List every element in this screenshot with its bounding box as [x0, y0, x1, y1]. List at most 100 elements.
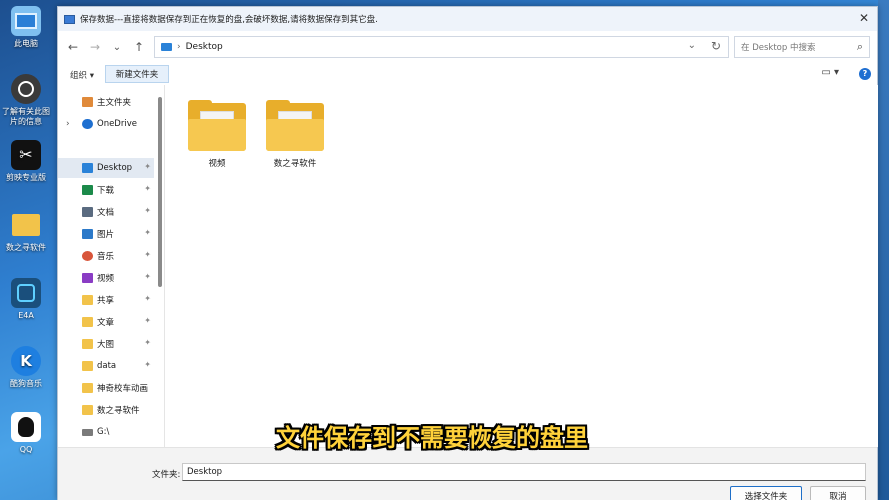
- up-button[interactable]: ↑: [128, 36, 150, 58]
- back-button[interactable]: ←: [62, 36, 84, 58]
- search-placeholder: 在 Desktop 中搜索: [741, 43, 816, 53]
- breadcrumb-desktop[interactable]: Desktop: [186, 42, 223, 52]
- forward-button[interactable]: →: [84, 36, 106, 58]
- view-options-button[interactable]: ▭ ▾: [821, 67, 839, 78]
- address-dropdown-icon[interactable]: ⌄: [688, 40, 696, 51]
- desktop-icon-capcut[interactable]: ✂ 剪映专业版: [0, 140, 52, 183]
- dialog-title: 保存数据---直接将数据保存到正在恢复的盘,会破坏数据,请将数据保存到其它盘.: [80, 15, 378, 25]
- desktop-icon-label: 数之寻软件: [6, 243, 46, 252]
- navigation-pane-items: 主文件夹 › OneDrive Desktop ✦ 下载 ✦ 文档 ✦ 图片 ✦: [58, 87, 166, 447]
- sidebar-item-shuzhixun[interactable]: 数之寻软件: [58, 400, 154, 420]
- folder-item-videos[interactable]: 视频: [182, 100, 252, 169]
- sidebar-item-label: 音乐: [97, 252, 115, 262]
- pin-icon: ✦: [144, 294, 151, 303]
- folder-icon: [188, 100, 246, 151]
- desktop-icon-label: 酷狗音乐: [10, 379, 42, 388]
- sidebar-scrollbar[interactable]: [158, 97, 162, 287]
- video-icon: [82, 273, 93, 283]
- download-icon: [82, 185, 93, 195]
- search-icon[interactable]: ⌕: [857, 40, 863, 54]
- qq-icon: [11, 412, 41, 442]
- desktop-icon: [161, 43, 172, 51]
- sidebar-item-label: 文档: [97, 208, 115, 218]
- sidebar-item-pictures[interactable]: 图片 ✦: [58, 224, 154, 244]
- sidebar-item-drive-g[interactable]: G:\: [58, 422, 154, 442]
- desktop-wallpaper-edge: [878, 0, 889, 500]
- sidebar-item-magic-school-bus[interactable]: 神奇校车动画: [58, 378, 154, 398]
- folder-icon: [11, 210, 41, 240]
- recent-locations-button[interactable]: ⌄: [106, 36, 128, 58]
- sidebar-item-videos[interactable]: 视频 ✦: [58, 268, 154, 288]
- chevron-right-icon[interactable]: ›: [66, 119, 70, 129]
- sidebar-item-label: 神奇校车动画: [97, 384, 149, 394]
- drive-icon: [82, 428, 93, 436]
- sidebar-item-desktop[interactable]: Desktop ✦: [58, 158, 154, 178]
- sidebar-item-downloads[interactable]: 下载 ✦: [58, 180, 154, 200]
- sidebar-item-shared[interactable]: 共享 ✦: [58, 290, 154, 310]
- sidebar-item-label: data: [97, 361, 117, 371]
- file-list: 视频 数之寻软件: [166, 85, 878, 447]
- sidebar-item-label: G:\: [97, 427, 110, 437]
- sidebar-item-label: 数之寻软件: [97, 406, 140, 416]
- e4a-icon: [11, 278, 41, 308]
- sidebar-item-label: OneDrive: [97, 119, 137, 129]
- sidebar-item-label: 视频: [97, 274, 115, 284]
- sidebar-item-onedrive[interactable]: › OneDrive: [58, 114, 154, 134]
- desktop-icon: [82, 163, 93, 173]
- sidebar-item-label: 图片: [97, 230, 115, 240]
- computer-icon: [11, 6, 41, 36]
- pin-icon: ✦: [144, 250, 151, 259]
- folder-item-shuzhixun[interactable]: 数之寻软件: [260, 100, 330, 169]
- folder-icon: [82, 339, 93, 349]
- help-icon[interactable]: ?: [859, 68, 871, 80]
- folder-icon: [82, 317, 93, 327]
- command-bar: 组织 ▾ 新建文件夹 ▭ ▾ ?: [58, 65, 877, 85]
- capcut-icon: ✂: [11, 140, 41, 170]
- new-folder-button[interactable]: 新建文件夹: [105, 65, 169, 83]
- pin-icon: ✦: [144, 228, 151, 237]
- cancel-button[interactable]: 取消: [810, 486, 866, 500]
- sidebar-item-home[interactable]: 主文件夹: [58, 92, 154, 112]
- sidebar-item-documents[interactable]: 文档 ✦: [58, 202, 154, 222]
- sidebar-item-articles[interactable]: 文章 ✦: [58, 312, 154, 332]
- music-icon: [82, 251, 93, 261]
- document-icon: [82, 207, 93, 217]
- close-button[interactable]: ✕: [857, 11, 871, 25]
- folder-icon: [266, 100, 324, 151]
- desktop-icon-this-pc[interactable]: 此电脑: [0, 6, 52, 49]
- folder-field-label: 文件夹:: [152, 470, 181, 480]
- dialog-footer: 文件夹: Desktop 选择文件夹 取消: [58, 447, 877, 500]
- breadcrumb-separator: ›: [177, 42, 181, 52]
- app-icon: [64, 14, 75, 24]
- desktop-icon-label: 剪映专业版: [6, 173, 46, 182]
- sidebar-item-label: 大图: [97, 340, 115, 350]
- desktop-icon-label: QQ: [19, 445, 33, 454]
- cloud-icon: [82, 119, 93, 129]
- desktop-icon-shuzhixun[interactable]: 数之寻软件: [0, 210, 52, 253]
- title-bar: 保存数据---直接将数据保存到正在恢复的盘,会破坏数据,请将数据保存到其它盘. …: [58, 7, 877, 31]
- sidebar-item-big-images[interactable]: 大图 ✦: [58, 334, 154, 354]
- desktop-icon-info[interactable]: 了解有关此图片的信息: [0, 74, 52, 127]
- sidebar-item-label: Desktop: [97, 163, 133, 173]
- info-camera-icon: [11, 74, 41, 104]
- sidebar-item-music[interactable]: 音乐 ✦: [58, 246, 154, 266]
- desktop-icon-qq[interactable]: QQ: [0, 412, 52, 455]
- search-input[interactable]: 在 Desktop 中搜索 ⌕: [734, 36, 870, 58]
- pin-icon: ✦: [144, 338, 151, 347]
- desktop-icons: 此电脑 了解有关此图片的信息 ✂ 剪映专业版 数之寻软件 E4A K 酷狗音乐 …: [0, 0, 56, 500]
- folder-icon: [82, 405, 93, 415]
- pin-icon: ✦: [144, 360, 151, 369]
- refresh-icon[interactable]: ↻: [711, 39, 721, 53]
- organize-menu[interactable]: 组织 ▾: [70, 69, 94, 81]
- home-icon: [82, 97, 93, 107]
- folder-field[interactable]: Desktop: [182, 463, 866, 481]
- desktop-icon-label: 此电脑: [14, 39, 38, 48]
- sidebar-item-data[interactable]: data ✦: [58, 356, 154, 376]
- desktop-icon-kugou[interactable]: K 酷狗音乐: [0, 346, 52, 389]
- folder-label: 数之寻软件: [273, 159, 317, 169]
- desktop-icon-e4a[interactable]: E4A: [0, 278, 52, 321]
- sidebar-item-label: 主文件夹: [97, 98, 132, 108]
- desktop-icon-label: 了解有关此图片的信息: [2, 107, 50, 126]
- select-folder-button[interactable]: 选择文件夹: [730, 486, 802, 500]
- address-bar[interactable]: › Desktop ⌄ ↻: [154, 36, 729, 58]
